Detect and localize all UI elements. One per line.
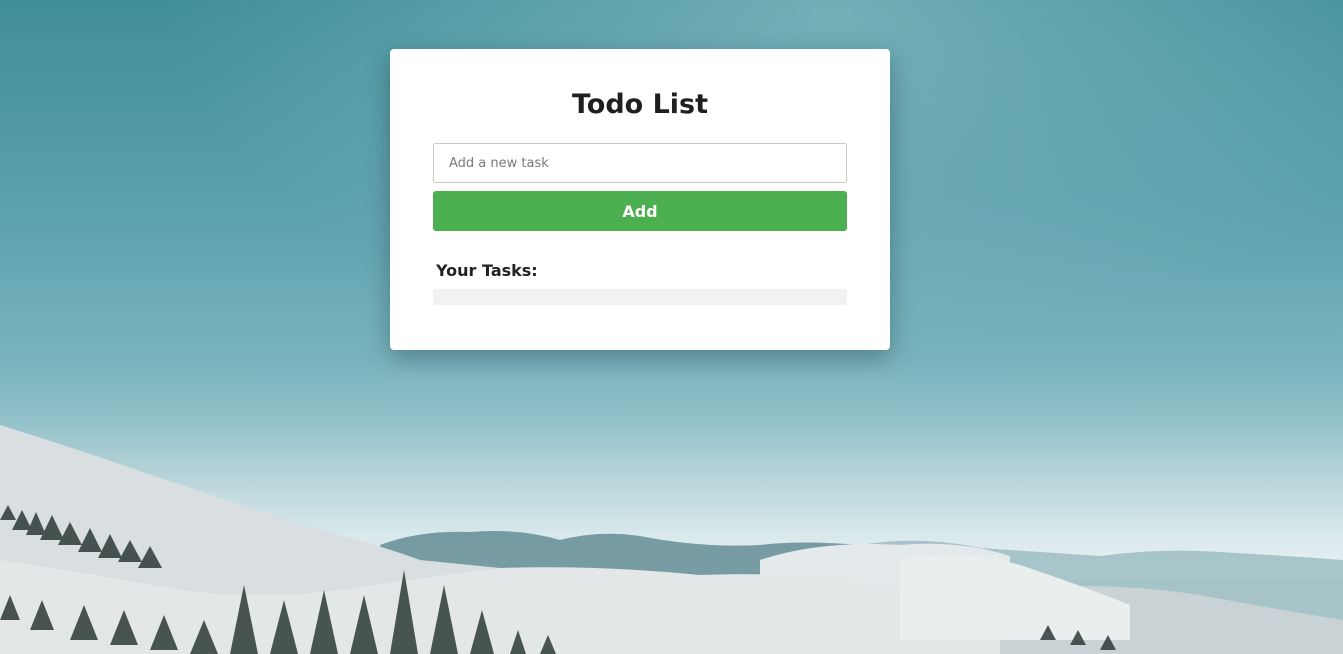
todo-card: Todo List Add Your Tasks: <box>390 49 890 350</box>
task-list <box>433 289 847 305</box>
tasks-heading: Your Tasks: <box>436 261 538 280</box>
add-task-button[interactable]: Add <box>433 191 847 231</box>
new-task-input[interactable] <box>433 143 847 183</box>
page-title: Todo List <box>571 89 709 120</box>
page-background: Todo List Add Your Tasks: <box>0 0 1343 654</box>
